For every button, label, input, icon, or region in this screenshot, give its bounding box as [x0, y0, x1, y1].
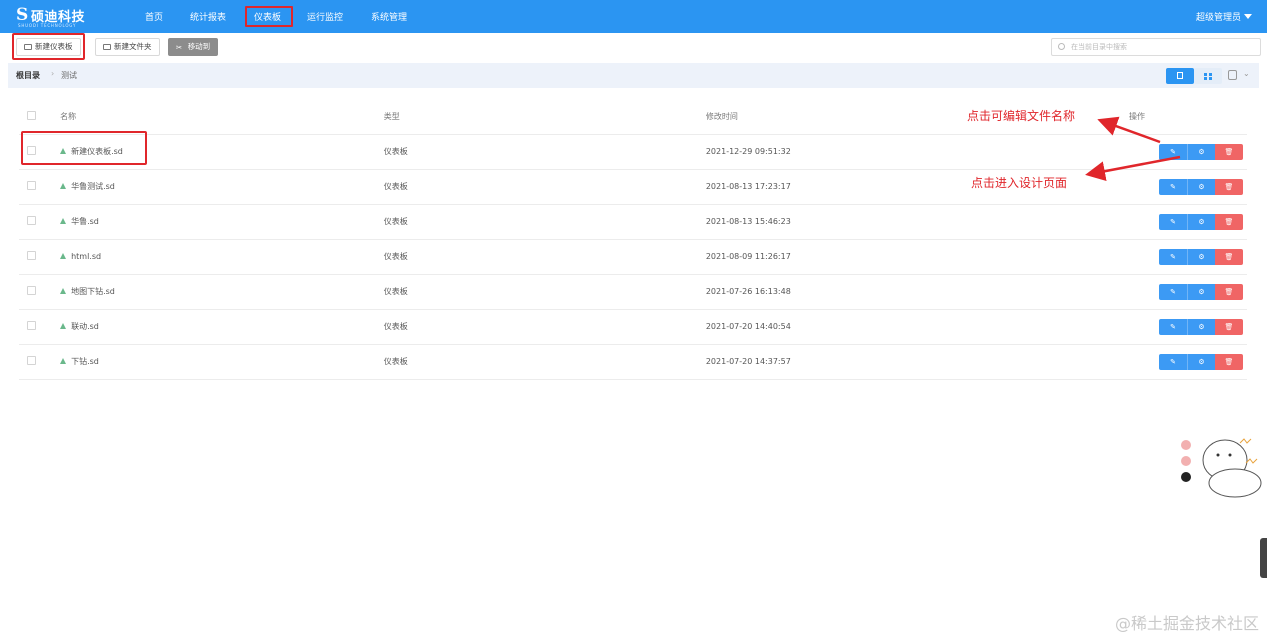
- annotation-arrows: [1085, 116, 1181, 182]
- arrow-to-design-annotation: [1085, 155, 1181, 182]
- watermark: @稀土掘金技术社区: [1114, 614, 1259, 633]
- side-drawer-tab[interactable]: [1260, 538, 1267, 578]
- arrow-to-edit-annotation: [1097, 116, 1161, 144]
- mascot-sticker-icon: [1181, 438, 1262, 498]
